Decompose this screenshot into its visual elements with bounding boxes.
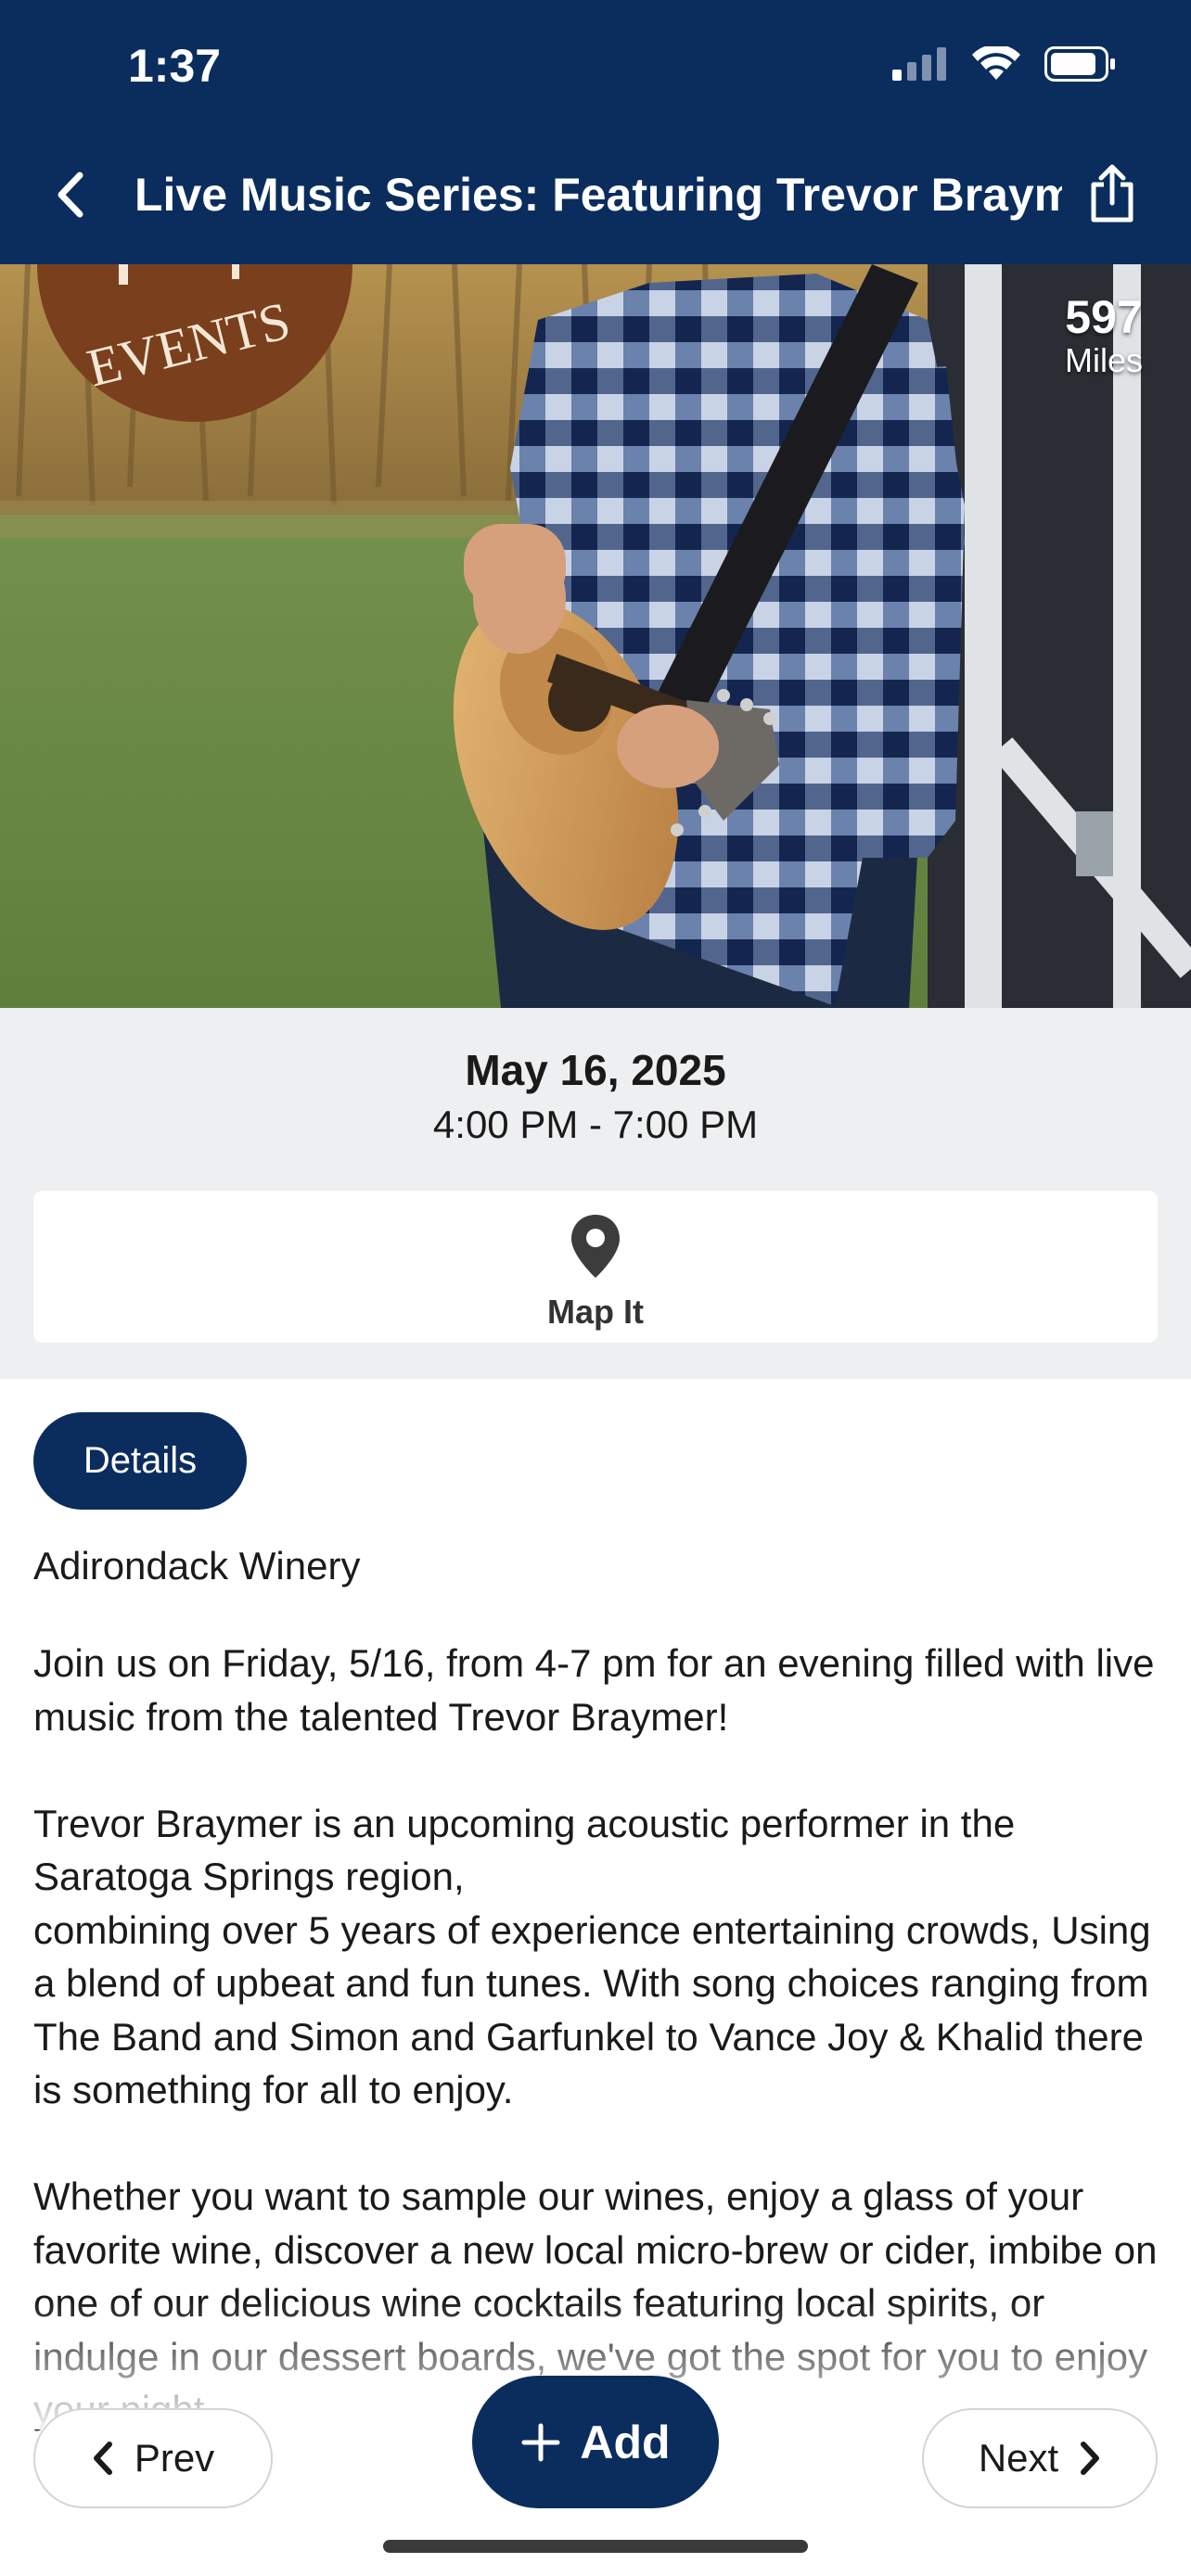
add-button[interactable]: Add bbox=[472, 2376, 719, 2508]
wifi-icon bbox=[972, 46, 1020, 80]
next-button[interactable]: Next bbox=[922, 2408, 1158, 2508]
home-indicator bbox=[383, 2540, 808, 2553]
add-label: Add bbox=[580, 2416, 671, 2468]
chevron-left-icon bbox=[58, 172, 83, 218]
chevron-left-icon bbox=[93, 2442, 112, 2475]
status-time: 1:37 bbox=[128, 40, 222, 92]
back-button[interactable] bbox=[37, 158, 102, 232]
plus-icon bbox=[521, 2423, 560, 2461]
share-button[interactable] bbox=[1070, 152, 1154, 236]
next-label: Next bbox=[978, 2436, 1059, 2480]
status-bar: 1:37 bbox=[0, 0, 1191, 130]
event-info-panel: May 16, 2025 4:00 PM - 7:00 PM Map It bbox=[0, 1008, 1191, 1379]
page-title: Live Music Series: Featuring Trevor Bray… bbox=[134, 169, 1062, 221]
distance-value: 597 bbox=[1065, 291, 1143, 343]
event-time: 4:00 PM - 7:00 PM bbox=[432, 1103, 759, 1146]
map-pin-icon bbox=[571, 1215, 620, 1278]
event-date: May 16, 2025 bbox=[465, 1046, 726, 1094]
navigation-bar: Live Music Series: Featuring Trevor Bray… bbox=[0, 130, 1191, 264]
performer-photo: EVENTS bbox=[0, 264, 1191, 1008]
share-icon bbox=[1091, 164, 1133, 223]
battery-icon bbox=[1044, 46, 1115, 82]
chevron-right-icon bbox=[1081, 2442, 1100, 2475]
prev-button[interactable]: Prev bbox=[33, 2408, 273, 2508]
map-it-button[interactable]: Map It bbox=[33, 1191, 1158, 1343]
map-it-label: Map It bbox=[547, 1293, 644, 1331]
venue-name: Adirondack Winery bbox=[33, 1544, 361, 1588]
tab-details[interactable]: Details bbox=[33, 1412, 247, 1510]
event-hero-image: EVENTS 597 Miles bbox=[0, 264, 1191, 1008]
distance-unit: Miles bbox=[1064, 341, 1143, 379]
prev-label: Prev bbox=[134, 2436, 215, 2480]
status-icons bbox=[892, 46, 1117, 82]
cellular-signal-icon bbox=[892, 47, 946, 81]
distance-badge: 597 Miles bbox=[1065, 292, 1143, 379]
